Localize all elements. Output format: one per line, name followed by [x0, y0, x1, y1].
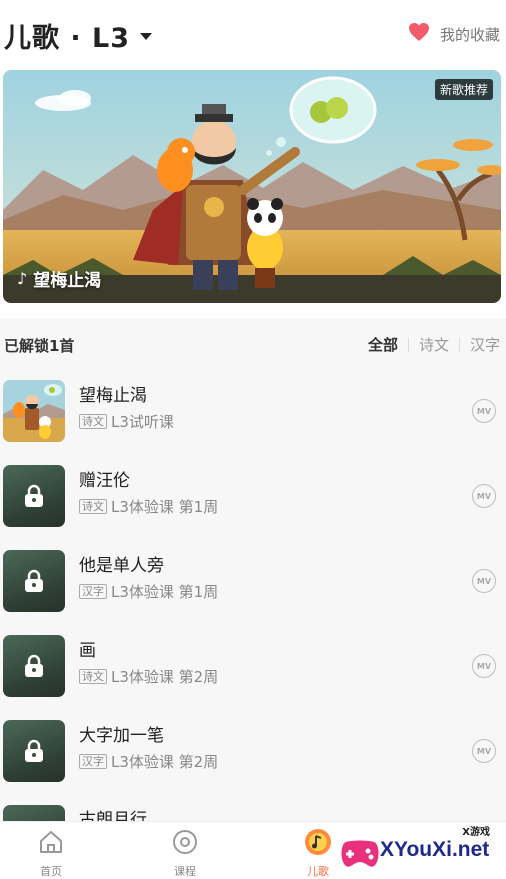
song-title: 大字加一笔 — [79, 726, 164, 746]
song-meta: 汉字 L3体验课 第2周 — [79, 751, 218, 772]
filter-all[interactable]: 全部 — [368, 334, 398, 355]
filter-poetry[interactable]: 诗文 — [419, 334, 449, 355]
course-info: L3体验课 第1周 — [111, 498, 219, 516]
mv-icon[interactable]: MV — [472, 654, 496, 678]
banner-caption: ♪ 望梅止渴 — [17, 266, 101, 291]
mv-icon[interactable]: MV — [472, 399, 496, 423]
home-icon — [37, 828, 65, 860]
song-item[interactable]: 他是单人旁 汉字 L3体验课 第1周 MV — [0, 550, 506, 630]
mv-icon[interactable]: MV — [472, 569, 496, 593]
course-icon — [171, 828, 199, 860]
locked-thumbnail — [3, 550, 65, 612]
song-title: 他是单人旁 — [79, 556, 164, 576]
locked-thumbnail — [3, 805, 65, 821]
filter-row: 已解锁1首 全部 诗文 汉字 — [0, 333, 506, 357]
course-info: L3试听课 — [111, 413, 174, 431]
category-tag: 汉字 — [79, 584, 107, 599]
locked-thumbnail — [3, 465, 65, 527]
chevron-down-icon — [140, 33, 153, 40]
song-meta: 诗文 L3体验课 第1周 — [79, 496, 218, 517]
category-tag: 汉字 — [79, 754, 107, 769]
song-meta: 汉字 L3体验课 第1周 — [79, 581, 218, 602]
locked-thumbnail — [3, 635, 65, 697]
heart-icon — [408, 22, 430, 46]
song-title: 望梅止渴 — [79, 386, 147, 406]
lock-icon — [23, 739, 45, 767]
tab-home-label: 首页 — [40, 865, 62, 878]
song-item[interactable]: 画 诗文 L3体验课 第2周 MV — [0, 635, 506, 715]
filter-divider — [407, 337, 409, 352]
song-item[interactable]: 望梅止渴 诗文 L3试听课 MV — [0, 380, 506, 460]
category-tag: 诗文 — [79, 669, 107, 684]
song-thumbnail — [3, 380, 65, 442]
course-info: L3体验课 第2周 — [111, 668, 219, 686]
music-icon — [304, 828, 332, 860]
mv-icon[interactable]: MV — [472, 739, 496, 763]
lock-icon — [23, 654, 45, 682]
watermark-text: XYouXi.net — [380, 838, 490, 861]
filter-tabs: 全部 诗文 汉字 — [368, 334, 500, 355]
song-title: 古朗月行 — [79, 810, 147, 821]
favorites-button[interactable]: 我的收藏 — [408, 22, 500, 46]
song-item[interactable]: 大字加一笔 汉字 L3体验课 第2周 MV — [0, 720, 506, 800]
song-item[interactable]: 赠汪伦 诗文 L3体验课 第1周 MV — [0, 465, 506, 545]
category-tag: 诗文 — [79, 414, 107, 429]
site-watermark: X游戏 XYouXi.net — [336, 822, 506, 879]
lock-icon — [23, 484, 45, 512]
bottom-tab-bar: 首页 课程 儿歌 X游戏 XYouXi.net — [0, 821, 506, 879]
favorites-label: 我的收藏 — [439, 25, 500, 44]
new-song-badge: 新歌推荐 — [434, 79, 493, 100]
song-meta: 诗文 L3试听课 — [79, 411, 174, 432]
song-title: 赠汪伦 — [79, 471, 130, 491]
tab-course-label: 课程 — [174, 865, 196, 878]
page-title: 儿歌 · L3 — [4, 23, 131, 54]
song-meta: 诗文 L3体验课 第2周 — [79, 666, 218, 687]
song-title: 画 — [79, 641, 96, 661]
lock-icon — [23, 569, 45, 597]
watermark-small-text: X游戏 — [462, 827, 490, 838]
category-tag: 诗文 — [79, 499, 107, 514]
locked-thumbnail — [3, 720, 65, 782]
featured-song-banner[interactable]: 新歌推荐 ♪ 望梅止渴 — [3, 70, 501, 303]
tab-home[interactable]: 首页 — [21, 828, 81, 879]
song-level-selector[interactable]: 儿歌 · L3 — [4, 16, 153, 55]
tab-songs-label: 儿歌 — [307, 865, 329, 878]
unlocked-count: 已解锁1首 — [4, 337, 75, 355]
mv-icon[interactable]: MV — [472, 484, 496, 508]
gamepad-logo-icon — [340, 830, 380, 876]
music-note-icon: ♪ — [17, 269, 28, 288]
filter-divider — [458, 337, 460, 352]
course-info: L3体验课 第2周 — [111, 753, 219, 771]
filter-characters[interactable]: 汉字 — [470, 334, 500, 355]
tab-course[interactable]: 课程 — [155, 828, 215, 879]
banner-song-name: 望梅止渴 — [33, 271, 102, 291]
header: 儿歌 · L3 我的收藏 — [0, 0, 506, 68]
song-item[interactable]: 古朗月行 — [0, 805, 506, 821]
course-info: L3体验课 第1周 — [111, 583, 219, 601]
